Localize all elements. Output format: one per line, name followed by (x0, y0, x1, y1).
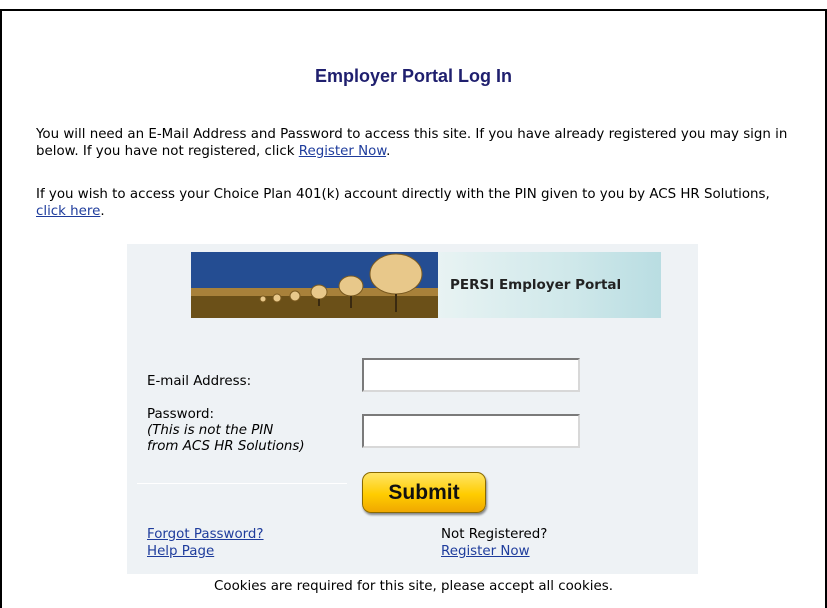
intro-paragraph-pin: If you wish to access your Choice Plan 4… (36, 186, 798, 220)
forgot-password-link[interactable]: Forgot Password? (147, 526, 264, 543)
password-label: Password: (147, 407, 215, 422)
intro-text-pin-end: . (100, 204, 105, 219)
banner-title: PERSI Employer Portal (438, 252, 661, 318)
page-title: Employer Portal Log In (314, 66, 513, 86)
intro-text-register: You will need an E-Mail Address and Pass… (36, 127, 788, 159)
password-label-group: Password: (This is not the PIN from ACS … (147, 407, 305, 455)
not-registered-label: Not Registered? (441, 527, 548, 542)
password-note-line2: from ACS HR Solutions) (147, 439, 305, 454)
form-divider (137, 483, 347, 484)
password-field[interactable] (362, 414, 580, 448)
submit-button[interactable]: Submit (362, 472, 486, 513)
click-here-link[interactable]: click here (36, 204, 100, 219)
intro-paragraph-register: You will need an E-Mail Address and Pass… (36, 126, 798, 160)
intro-text-register-end: . (386, 144, 391, 159)
satellite-dish-array-icon (191, 252, 438, 318)
intro-text-pin: If you wish to access your Choice Plan 4… (36, 187, 770, 202)
portal-banner: PERSI Employer Portal (191, 252, 661, 318)
email-label: E-mail Address: (147, 374, 252, 389)
login-panel: PERSI Employer Portal E-mail Address: Pa… (127, 244, 698, 574)
password-note-line1: (This is not the PIN (147, 423, 274, 438)
register-now-link-bottom[interactable]: Register Now (441, 543, 530, 560)
register-now-link-top[interactable]: Register Now (299, 144, 386, 159)
email-field[interactable] (362, 358, 580, 392)
help-page-link[interactable]: Help Page (147, 543, 214, 560)
cookies-notice: Cookies are required for this site, plea… (214, 579, 613, 594)
